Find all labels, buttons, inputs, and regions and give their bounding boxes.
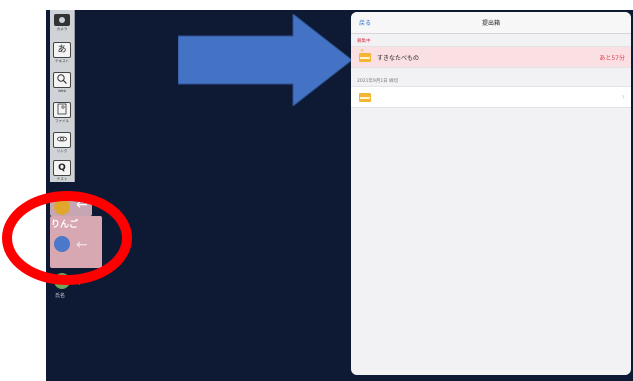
link-icon	[53, 132, 71, 148]
submission-box-row[interactable]: ✦ すきなたべもの あと57分	[351, 46, 631, 68]
time-remaining: あと57分	[599, 55, 625, 62]
submission-box-name: すきなたべもの	[377, 55, 420, 62]
panel-title: 提出箱	[481, 20, 500, 27]
quiz-tool-label: テスト	[56, 177, 68, 181]
web-tool[interactable]: Web	[52, 72, 72, 93]
web-search-icon	[53, 72, 71, 88]
panel-nav-bar: 戻る 提出箱	[351, 12, 631, 34]
submission-box-panel: 戻る 提出箱 募集中 ✦ すきなたべもの あと57分 2021年9月1日 締切 …	[351, 12, 631, 375]
file-tool[interactable]: ファイル	[52, 102, 72, 124]
camera-icon	[54, 14, 70, 26]
quiz-icon: Q	[53, 160, 71, 176]
closed-section-header: 2021年9月1日 締切	[357, 79, 399, 84]
tool-palette: カメラ あ テキスト Web ファイル リンク Q テスト	[50, 10, 75, 182]
open-section-header: 募集中	[357, 39, 371, 44]
link-tool[interactable]: リンク	[52, 132, 72, 154]
file-icon	[53, 102, 71, 118]
red-circle-annotation	[2, 191, 132, 285]
camera-tool[interactable]: カメラ	[52, 14, 72, 32]
submission-box-row[interactable]: ›	[351, 86, 631, 108]
blue-arrow-annotation	[178, 14, 353, 106]
text-icon: あ	[53, 42, 71, 58]
chevron-right-icon: ›	[621, 92, 625, 101]
web-tool-label: Web	[58, 89, 66, 93]
text-tool-label: テキスト	[54, 59, 70, 63]
text-tool[interactable]: あ テキスト	[52, 42, 72, 64]
camera-tool-label: カメラ	[56, 27, 68, 31]
file-tool-label: ファイル	[54, 119, 70, 123]
folder-icon	[359, 93, 371, 102]
quiz-tool[interactable]: Q テスト	[52, 160, 72, 182]
link-tool-label: リンク	[56, 149, 68, 153]
folder-icon	[359, 53, 371, 62]
